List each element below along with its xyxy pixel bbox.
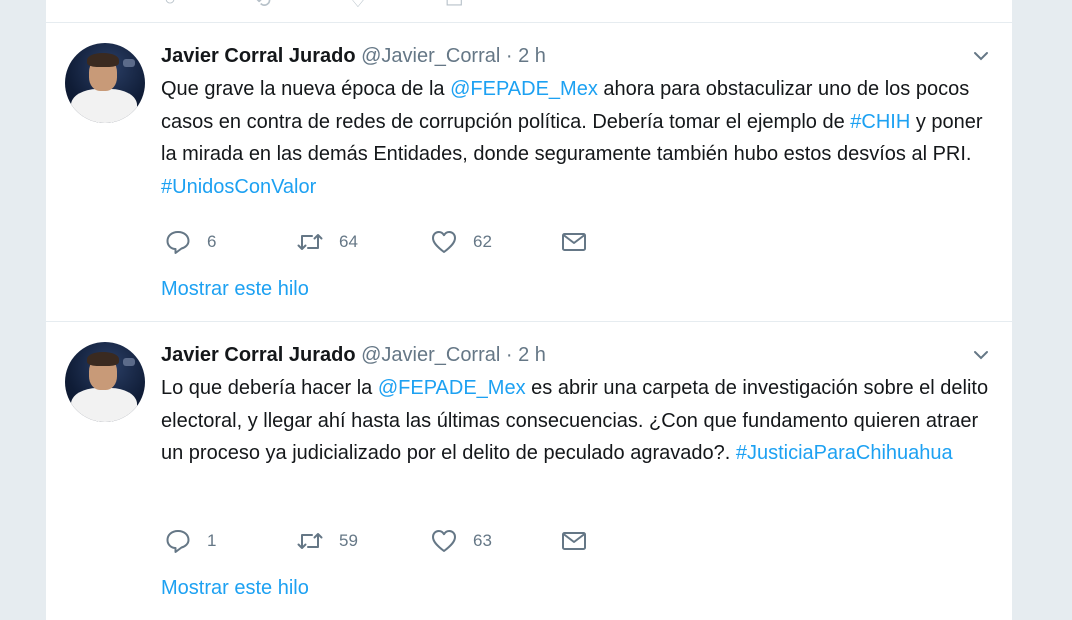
hashtag-link[interactable]: #UnidosConValor [161, 176, 316, 198]
separator-dot: · [505, 45, 513, 67]
mention-link[interactable]: @FEPADE_Mex [378, 377, 526, 399]
mention-link[interactable]: @FEPADE_Mex [450, 78, 598, 100]
retweet-button[interactable]: 59 [296, 527, 358, 555]
retweet-icon: ⟲ [254, 0, 271, 12]
tweet-header: Javier Corral Jurado @Javier_Corral · 2 … [161, 342, 546, 368]
tweet-text: Que grave la nueva época de la @FEPADE_M… [161, 73, 1001, 203]
avatar[interactable] [65, 43, 145, 123]
show-thread-link[interactable]: Mostrar este hilo [161, 278, 309, 301]
reply-icon: ○ [164, 0, 176, 13]
envelope-icon [562, 233, 586, 251]
tweet[interactable]: Javier Corral Jurado @Javier_Corral · 2 … [46, 322, 1012, 620]
heart-icon: ♡ [348, 0, 367, 12]
like-count: 62 [473, 232, 492, 251]
retweet-icon [297, 533, 323, 549]
author-name[interactable]: Javier Corral Jurado [161, 344, 356, 366]
tweet-header: Javier Corral Jurado @Javier_Corral · 2 … [161, 43, 546, 69]
like-button[interactable]: 62 [430, 228, 492, 256]
tweet-text-segment: Que grave la nueva época de la [161, 78, 451, 100]
tweet[interactable]: Javier Corral Jurado @Javier_Corral · 2 … [46, 23, 1012, 322]
heart-icon [432, 530, 456, 552]
timeline: ○ ⟲ ♡ ▭ Javier Corral Jurado @Javier_Cor… [46, 0, 1012, 620]
tweet-actions: 6 64 62 [164, 228, 604, 258]
timestamp[interactable]: 2 h [518, 344, 546, 366]
separator-dot: · [505, 344, 513, 366]
direct-message-button[interactable] [560, 228, 588, 256]
direct-message-button[interactable] [560, 527, 588, 555]
tweet-actions: 1 59 63 [164, 527, 604, 557]
retweet-icon [297, 234, 323, 250]
reply-button[interactable]: 1 [164, 527, 216, 555]
timestamp[interactable]: 2 h [518, 45, 546, 67]
like-count: 63 [473, 531, 492, 550]
avatar[interactable] [65, 342, 145, 422]
envelope-icon: ▭ [444, 0, 464, 12]
retweet-count: 59 [339, 531, 358, 550]
retweet-count: 64 [339, 232, 358, 251]
tweet-text-segment: Lo que debería hacer la [161, 377, 378, 399]
tweet-text: Lo que debería hacer la @FEPADE_Mex es a… [161, 372, 1001, 470]
reply-icon [166, 231, 190, 254]
chevron-down-icon[interactable] [972, 47, 990, 65]
reply-count: 6 [207, 232, 217, 251]
show-thread-link[interactable]: Mostrar este hilo [161, 577, 309, 600]
author-handle[interactable]: @Javier_Corral [361, 344, 500, 366]
reply-count: 1 [207, 531, 217, 550]
reply-icon [166, 530, 190, 553]
envelope-icon [562, 532, 586, 550]
author-handle[interactable]: @Javier_Corral [361, 45, 500, 67]
author-name[interactable]: Javier Corral Jurado [161, 45, 356, 67]
hashtag-link[interactable]: #JusticiaParaChihuahua [736, 442, 953, 464]
heart-icon [432, 231, 456, 253]
chevron-down-icon[interactable] [972, 346, 990, 364]
previous-tweet-edge: ○ ⟲ ♡ ▭ [46, 0, 1012, 23]
reply-button[interactable]: 6 [164, 228, 216, 256]
retweet-button[interactable]: 64 [296, 228, 358, 256]
hashtag-link[interactable]: #CHIH [850, 111, 910, 133]
like-button[interactable]: 63 [430, 527, 492, 555]
